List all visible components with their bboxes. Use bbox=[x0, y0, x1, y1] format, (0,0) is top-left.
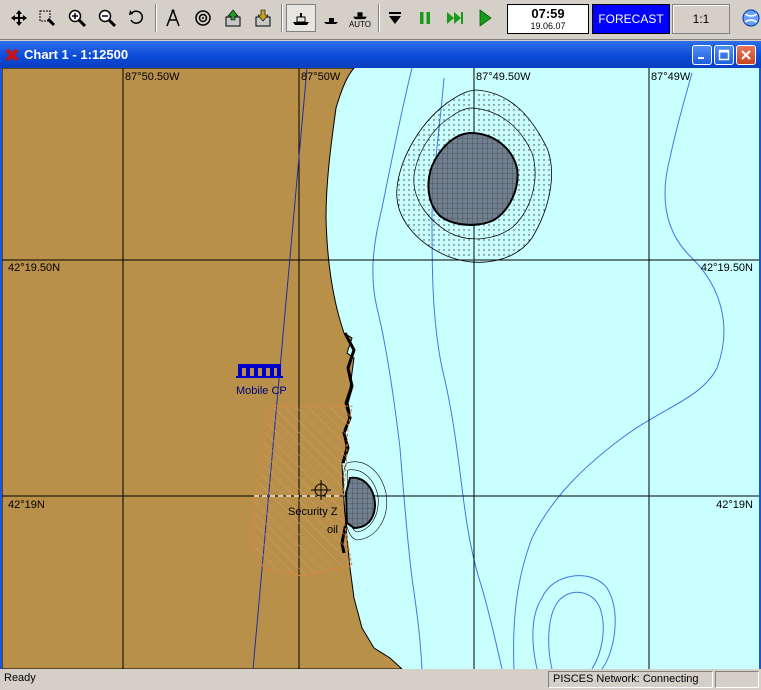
pause-icon[interactable] bbox=[412, 4, 438, 32]
minimize-button[interactable] bbox=[692, 45, 712, 65]
latitude-label: 42°19N bbox=[8, 499, 45, 511]
forecast-button[interactable]: FORECAST bbox=[592, 4, 670, 34]
land-mass bbox=[2, 68, 403, 669]
scale-button[interactable]: 1:1 bbox=[672, 4, 730, 34]
oil-label[interactable]: oil bbox=[327, 524, 338, 536]
close-button[interactable] bbox=[736, 45, 756, 65]
undo-icon[interactable] bbox=[124, 4, 150, 32]
offshore-shoal bbox=[396, 89, 552, 263]
longitude-label: 87°50W bbox=[301, 71, 341, 83]
ship-auto-icon[interactable]: AUTO bbox=[346, 4, 374, 32]
chart-canvas[interactable] bbox=[2, 68, 761, 669]
window-title-bar[interactable]: Chart 1 - 1:12500 bbox=[0, 41, 761, 68]
play-icon[interactable] bbox=[472, 4, 498, 32]
latitude-label-right: 42°19N bbox=[716, 499, 753, 511]
status-network: PISCES Network: Connecting bbox=[548, 671, 713, 688]
longitude-label: 87°50.50W bbox=[125, 71, 180, 83]
toolbar-separator bbox=[378, 4, 380, 32]
import-icon[interactable] bbox=[250, 4, 276, 32]
longitude-label: 87°49W bbox=[651, 71, 691, 83]
compass-icon[interactable] bbox=[160, 4, 186, 32]
globe-icon[interactable] bbox=[738, 4, 761, 32]
auto-label: AUTO bbox=[348, 19, 372, 29]
toolbar-separator bbox=[155, 4, 157, 32]
move-arrows-icon[interactable] bbox=[6, 4, 32, 32]
latitude-label-right: 42°19.50N bbox=[700, 262, 753, 274]
maximize-button[interactable] bbox=[714, 45, 734, 65]
step-down-icon[interactable] bbox=[382, 4, 408, 32]
ship-icon[interactable] bbox=[286, 4, 316, 32]
clock-time: 07:59 bbox=[531, 6, 565, 21]
toolbar: AUTO 07:59 19.06.07 FORECAST 1:1 bbox=[0, 0, 761, 40]
longitude-label: 87°49.50W bbox=[476, 71, 531, 83]
security-zone bbox=[251, 405, 353, 577]
isobath-5 bbox=[548, 591, 604, 669]
zoom-in-icon[interactable] bbox=[64, 4, 90, 32]
status-empty-cell bbox=[715, 671, 759, 688]
zoom-box-icon[interactable] bbox=[34, 4, 60, 32]
target-icon[interactable] bbox=[190, 4, 216, 32]
fast-forward-icon[interactable] bbox=[442, 4, 468, 32]
nautical-chart[interactable]: 87°50.50W 87°50W 87°49.50W 87°49W 42°19.… bbox=[0, 68, 761, 669]
coastal-rock bbox=[343, 461, 388, 541]
ship-small-icon[interactable] bbox=[318, 4, 344, 32]
clock-display: 07:59 19.06.07 bbox=[507, 4, 589, 34]
toolbar-separator bbox=[281, 4, 283, 32]
mobile-cp-label[interactable]: Mobile CP bbox=[236, 385, 287, 397]
window-title: Chart 1 - 1:12500 bbox=[24, 47, 129, 62]
zoom-out-icon[interactable] bbox=[94, 4, 120, 32]
security-zone-label[interactable]: Security Z bbox=[288, 506, 338, 518]
latitude-label: 42°19.50N bbox=[8, 262, 61, 274]
chart-window-icon bbox=[4, 47, 20, 68]
status-ready: Ready bbox=[4, 672, 36, 684]
clock-date: 19.06.07 bbox=[530, 21, 566, 31]
status-bar: Ready PISCES Network: Connecting bbox=[0, 669, 761, 690]
export-icon[interactable] bbox=[220, 4, 246, 32]
